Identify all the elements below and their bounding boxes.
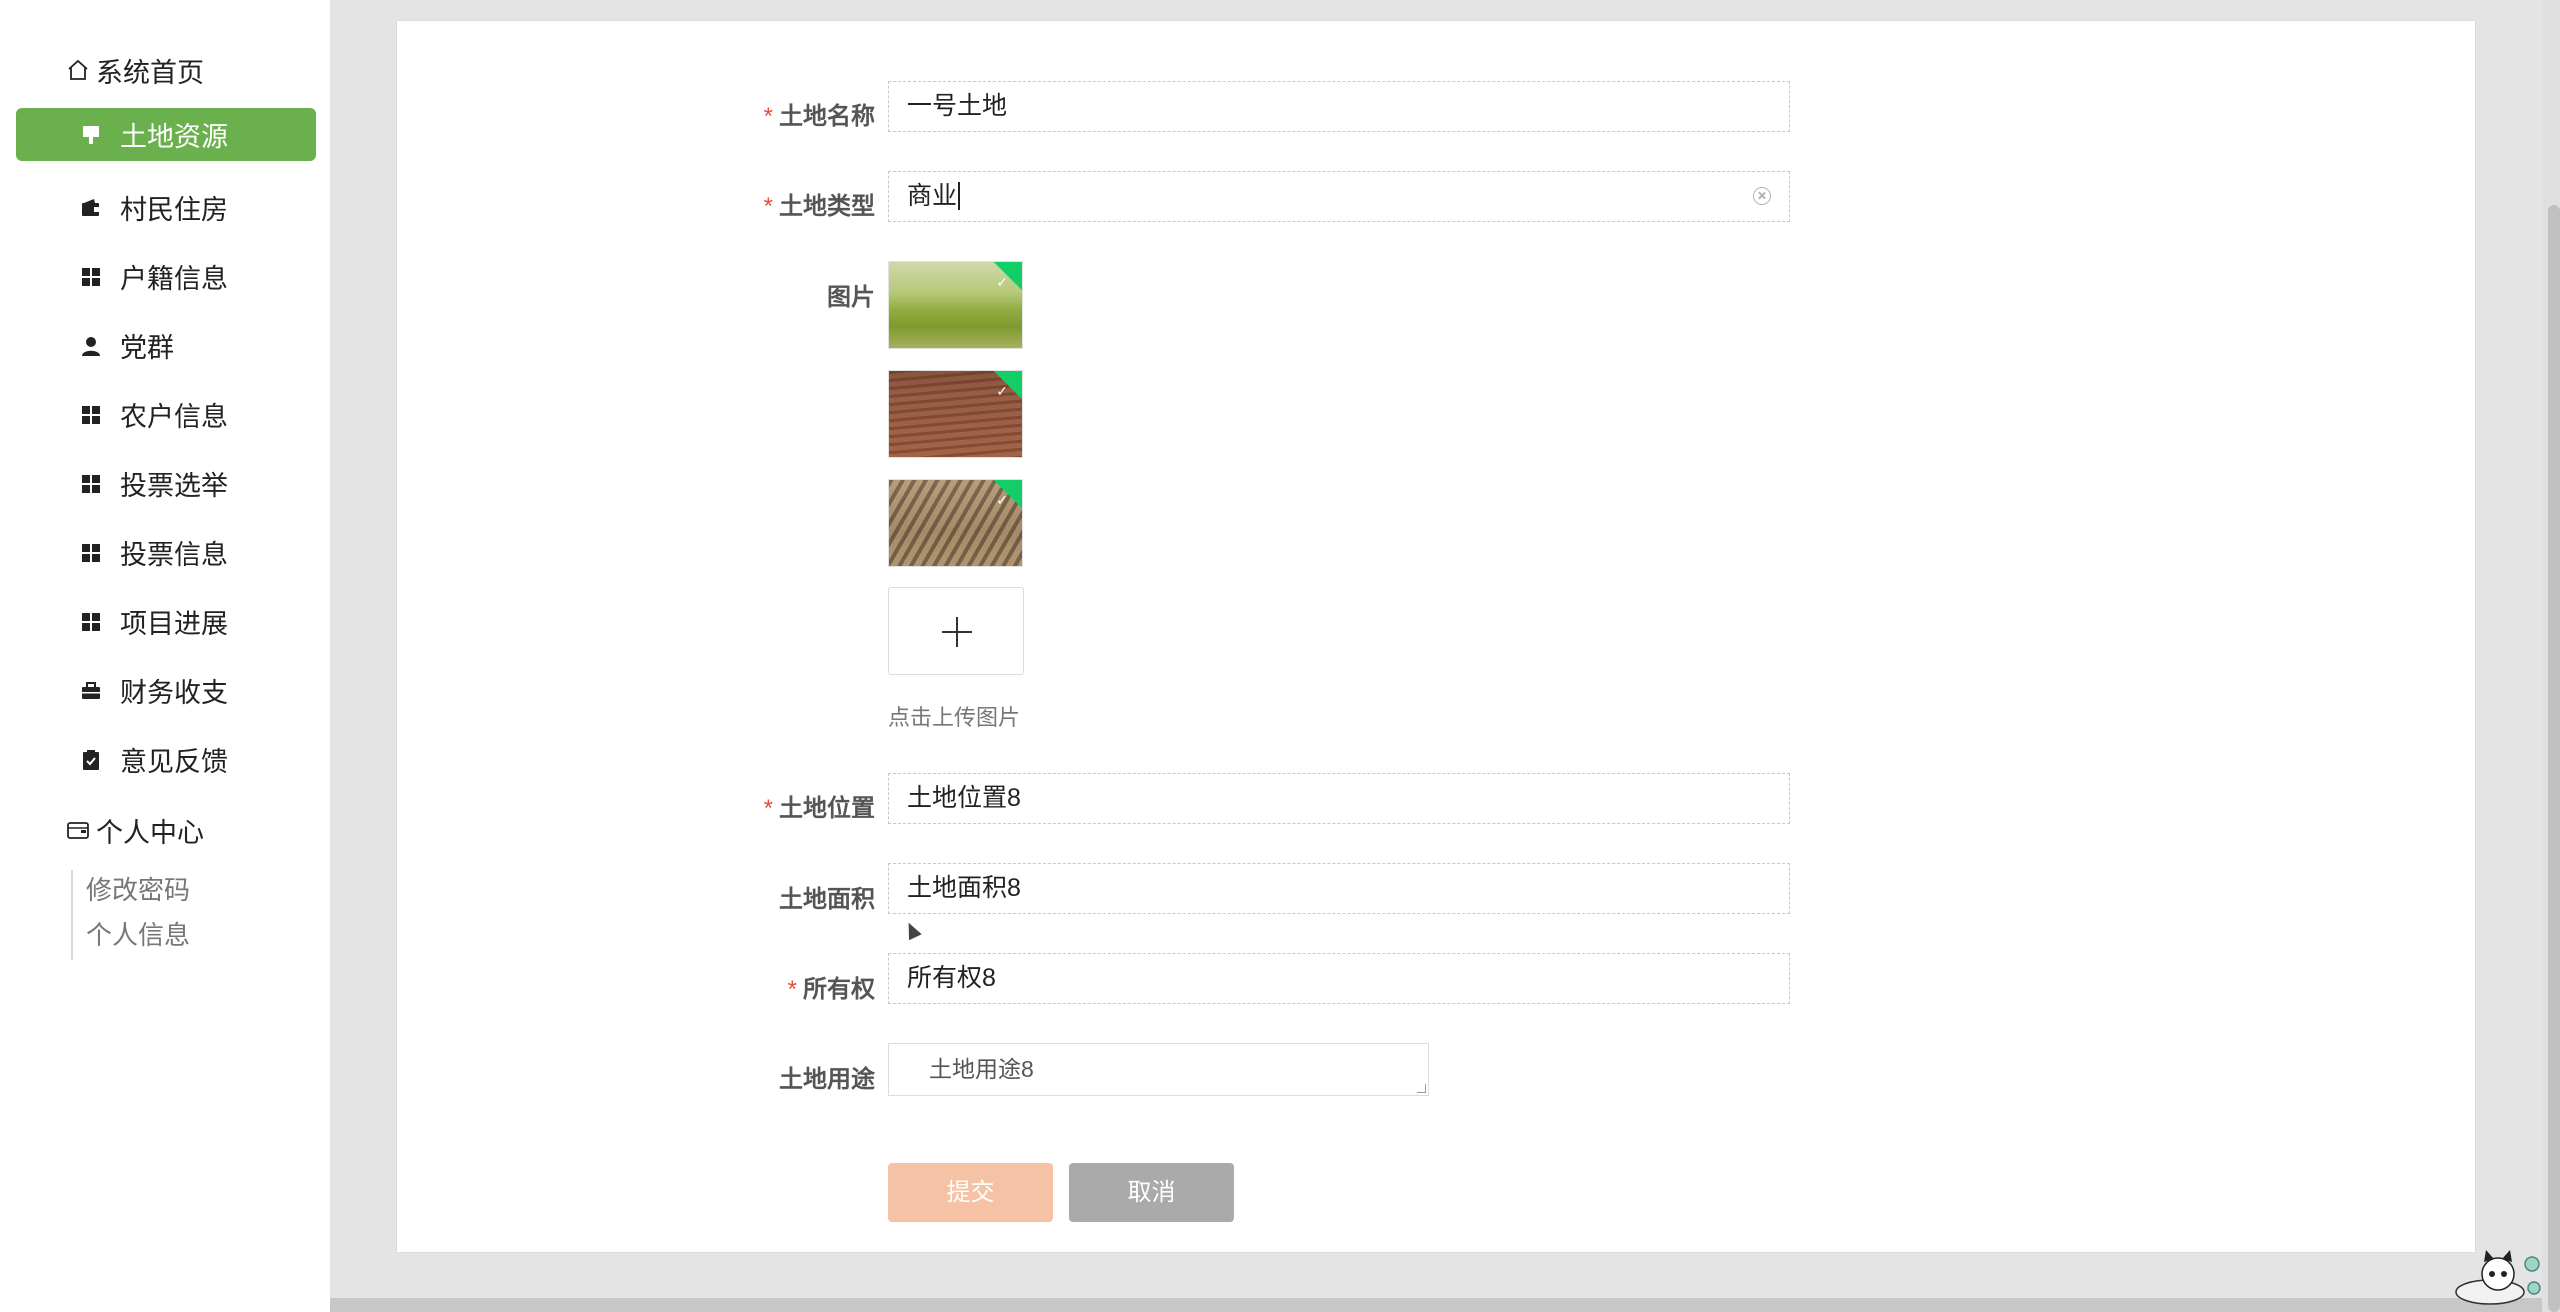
nav-personal-center[interactable]: 个人中心 [66, 810, 204, 850]
submit-button[interactable]: 提交 [888, 1163, 1053, 1222]
required-star: * [763, 103, 773, 130]
sidebar-item-land-resource[interactable]: 土地资源 [16, 108, 316, 161]
sidebar-item-feedback[interactable]: 意见反馈 [16, 733, 316, 786]
grid-icon [82, 612, 100, 631]
uploaded-image-1[interactable]: ✓ [888, 261, 1023, 349]
sidebar-item-label: 投票信息 [120, 540, 228, 570]
required-star: * [763, 795, 773, 822]
clear-icon[interactable] [1753, 187, 1771, 205]
user-icon [82, 336, 100, 356]
sidebar-item-label: 户籍信息 [120, 264, 228, 294]
sidebar-item-label: 农户信息 [120, 402, 228, 432]
ownership-input[interactable]: 所有权8 [888, 953, 1790, 1004]
land-use-value: 土地用途8 [929, 1056, 1034, 1082]
upload-hint: 点击上传图片 [888, 705, 1021, 730]
sidebar-item-farmer[interactable]: 农户信息 [16, 388, 316, 441]
sidebar-item-label: 党群 [120, 333, 174, 363]
horizontal-scrollbar[interactable] [330, 1298, 2542, 1312]
sidebar-item-label: 土地资源 [120, 122, 228, 152]
sidebar-item-household[interactable]: 户籍信息 [16, 250, 316, 303]
sidebar: 系统首页 土地资源 村民住房 户籍信息 党群 农户信息 投票选举 投票信息 项目… [0, 0, 330, 1312]
sidebar-item-label: 投票选举 [120, 471, 228, 501]
land-type-value: 商业 [907, 182, 958, 210]
cancel-button[interactable]: 取消 [1069, 1163, 1234, 1222]
text-caret: ​ [958, 182, 961, 210]
land-area-input[interactable]: 土地面积8 [888, 863, 1790, 914]
briefcase-icon [82, 681, 100, 699]
sidebar-item-label: 意见反馈 [120, 747, 228, 777]
sidebar-item-party[interactable]: 党群 [16, 319, 316, 372]
check-icon: ✓ [996, 274, 1008, 290]
clipboard-check-icon [83, 749, 99, 770]
submenu-personal-info[interactable]: 个人信息 [86, 917, 190, 953]
sidebar-item-vote-info[interactable]: 投票信息 [16, 526, 316, 579]
grid-icon [82, 474, 100, 493]
sidebar-item-label: 村民住房 [120, 195, 228, 225]
upload-button[interactable] [888, 587, 1024, 675]
land-type-input[interactable]: 商业​ [888, 171, 1790, 222]
land-name-input[interactable]: 一号土地 [888, 81, 1790, 132]
land-location-input[interactable]: 土地位置8 [888, 773, 1790, 824]
land-name-label: * 土地名称 [763, 103, 875, 130]
required-star: * [787, 976, 797, 1003]
land-use-textarea[interactable]: 土地用途8 [888, 1043, 1429, 1096]
resize-handle[interactable] [1417, 1084, 1426, 1093]
wallet-icon [82, 198, 100, 216]
required-star: * [763, 193, 773, 220]
check-icon: ✓ [996, 383, 1008, 399]
land-use-label: 土地用途 [779, 1066, 875, 1093]
vertical-scrollbar-track [2542, 0, 2560, 1312]
land-location-label: * 土地位置 [763, 795, 875, 822]
vertical-scrollbar-thumb[interactable] [2548, 205, 2560, 1312]
submenu-change-password[interactable]: 修改密码 [86, 872, 190, 908]
sidebar-item-project[interactable]: 项目进展 [16, 595, 316, 648]
uploaded-image-3[interactable]: ✓ [888, 479, 1023, 567]
cat-mascot-icon[interactable] [2450, 1248, 2542, 1306]
grid-icon [82, 405, 100, 424]
nav-home-label: 系统首页 [96, 57, 204, 88]
sidebar-item-label: 财务收支 [120, 678, 228, 708]
wallet-outline-icon [67, 822, 89, 839]
check-icon: ✓ [996, 492, 1008, 508]
grid-icon [82, 543, 100, 562]
land-area-label: 土地面积 [779, 886, 875, 913]
uploaded-image-2[interactable]: ✓ [888, 370, 1023, 458]
land-type-label: * 土地类型 [763, 193, 875, 220]
nav-personal-center-label: 个人中心 [96, 817, 204, 848]
sidebar-item-label: 项目进展 [120, 609, 228, 639]
submenu-divider [71, 870, 73, 960]
nav-home[interactable]: 系统首页 [66, 50, 204, 90]
sidebar-item-housing[interactable]: 村民住房 [16, 181, 316, 234]
sidebar-item-election[interactable]: 投票选举 [16, 457, 316, 510]
sidebar-item-finance[interactable]: 财务收支 [16, 664, 316, 717]
image-label: 图片 [827, 284, 875, 311]
grid-icon [82, 267, 100, 286]
home-icon [68, 59, 88, 80]
ownership-label: * 所有权 [787, 976, 875, 1003]
brush-icon [83, 125, 99, 144]
